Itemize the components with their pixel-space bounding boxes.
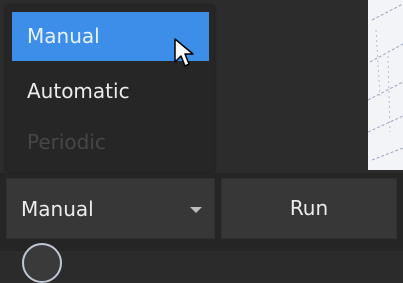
- graph-lines-fragment: [368, 3, 403, 161]
- status-indicator-icon: [22, 243, 62, 283]
- mode-dropdown-list: Manual Automatic Periodic: [6, 6, 214, 172]
- graph-canvas-edge: [368, 0, 403, 170]
- mouse-cursor-icon: [174, 38, 194, 67]
- mode-combobox[interactable]: Manual: [6, 178, 215, 239]
- mode-combobox-value: Manual: [21, 197, 94, 221]
- run-button[interactable]: Run: [221, 178, 397, 239]
- chevron-down-icon: [190, 207, 202, 213]
- mode-option-periodic: Periodic: [27, 130, 106, 154]
- mode-option-automatic[interactable]: Automatic: [12, 67, 209, 116]
